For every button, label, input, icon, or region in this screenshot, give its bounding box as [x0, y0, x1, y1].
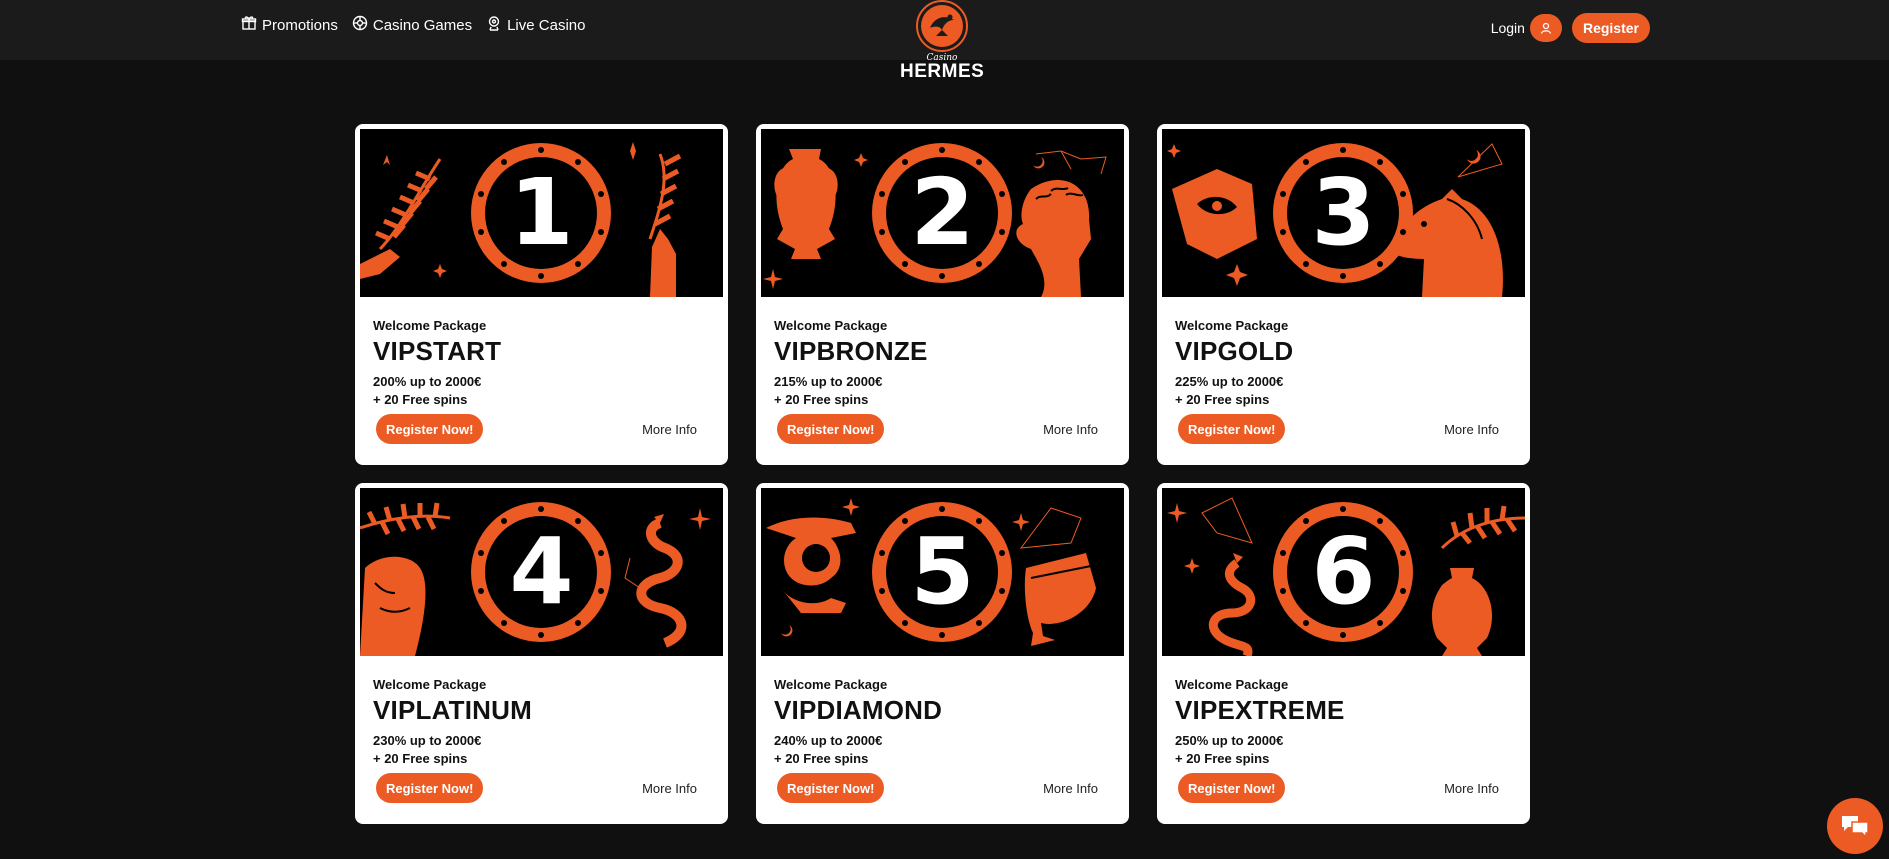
nav-casino-games-label: Casino Games: [372, 16, 473, 34]
promo-card: 4 Welcome Package VIPLATINUM 230% up to …: [355, 483, 728, 824]
card-eyebrow: Welcome Package: [1175, 318, 1289, 333]
promo-banner-image[interactable]: 5: [761, 488, 1124, 656]
chat-bubbles-icon: [1842, 816, 1869, 839]
card-title: VIPDIAMOND: [774, 695, 943, 725]
card-offer: 250% up to 2000€: [1175, 733, 1284, 748]
login-link[interactable]: Login: [1491, 20, 1525, 36]
card-eyebrow: Welcome Package: [774, 318, 888, 333]
card-spins: + 20 Free spins: [373, 392, 468, 407]
register-now-button[interactable]: Register Now!: [1178, 773, 1286, 803]
promo-banner-image[interactable]: 4: [360, 488, 723, 656]
nav-promotions-label: Promotions: [262, 16, 338, 34]
promo-banner-image[interactable]: 3: [1162, 129, 1525, 297]
card-spins: + 20 Free spins: [1175, 392, 1270, 407]
register-now-button[interactable]: Register Now!: [376, 414, 484, 444]
card-title: VIPEXTREME: [1175, 695, 1345, 725]
card-spins: + 20 Free spins: [1175, 751, 1270, 766]
live-chat-button[interactable]: [1827, 798, 1883, 854]
card-number: 6: [1311, 518, 1376, 625]
auth-controls: Login Register: [1491, 13, 1650, 43]
user-icon: [1540, 22, 1552, 34]
card-title: VIPBRONZE: [774, 336, 928, 366]
dealer-icon: [486, 15, 502, 35]
card-offer: 225% up to 2000€: [1175, 374, 1284, 389]
card-eyebrow: Welcome Package: [1175, 677, 1289, 692]
card-offer: 200% up to 2000€: [373, 374, 482, 389]
more-info-link[interactable]: More Info: [1444, 781, 1499, 796]
register-now-button[interactable]: Register Now!: [1178, 414, 1286, 444]
promo-card: 6 Welcome Package VIPEXTREME 250% up to …: [1157, 483, 1530, 824]
card-number: 2: [910, 159, 975, 266]
register-now-button[interactable]: Register Now!: [376, 773, 484, 803]
card-spins: + 20 Free spins: [774, 751, 869, 766]
promo-card: 2 Welcome Package VIPBRONZE 215% up to 2…: [756, 124, 1129, 465]
main-nav: Promotions Casino Games Live Casino: [241, 15, 585, 35]
card-eyebrow: Welcome Package: [373, 318, 487, 333]
card-spins: + 20 Free spins: [373, 751, 468, 766]
card-title: VIPGOLD: [1175, 336, 1294, 366]
card-title: VIPSTART: [373, 336, 502, 366]
card-spins: + 20 Free spins: [774, 392, 869, 407]
more-info-link[interactable]: More Info: [642, 781, 697, 796]
more-info-link[interactable]: More Info: [1043, 781, 1098, 796]
top-navigation-bar: Promotions Casino Games Live Casino Casi…: [0, 0, 1889, 82]
nav-promotions[interactable]: Promotions: [241, 15, 338, 35]
more-info-link[interactable]: More Info: [642, 422, 697, 437]
promo-card: 1 Welcome Package VIPSTART 200% up to 20…: [355, 124, 728, 465]
more-info-link[interactable]: More Info: [1444, 422, 1499, 437]
gift-icon: [241, 15, 257, 35]
more-info-link[interactable]: More Info: [1043, 422, 1098, 437]
promo-banner-image[interactable]: 2: [761, 129, 1124, 297]
promo-card: 3 Welcome Package VIPGOLD 225% up to 200…: [1157, 124, 1530, 465]
card-number: 4: [509, 518, 574, 625]
nav-live-casino[interactable]: Live Casino: [486, 15, 585, 35]
casino-chip-icon: [352, 15, 368, 35]
hermes-emblem-icon: [916, 0, 968, 52]
casino-hermes-logo[interactable]: Casino HERMES: [900, 0, 984, 86]
promo-banner-image[interactable]: 1: [360, 129, 723, 297]
card-offer: 215% up to 2000€: [774, 374, 883, 389]
promo-banner-image[interactable]: 6: [1162, 488, 1525, 656]
card-eyebrow: Welcome Package: [373, 677, 487, 692]
card-number: 3: [1311, 159, 1376, 266]
login-button[interactable]: [1529, 14, 1562, 42]
header-register-button[interactable]: Register: [1571, 13, 1650, 43]
card-offer: 230% up to 2000€: [373, 733, 482, 748]
card-eyebrow: Welcome Package: [774, 677, 888, 692]
card-number: 5: [910, 518, 975, 625]
nav-casino-games[interactable]: Casino Games: [352, 15, 472, 35]
nav-live-casino-label: Live Casino: [507, 16, 586, 34]
register-now-button[interactable]: Register Now!: [777, 773, 885, 803]
card-offer: 240% up to 2000€: [774, 733, 883, 748]
register-now-button[interactable]: Register Now!: [777, 414, 885, 444]
card-number: 1: [509, 159, 574, 266]
logo-big-text: HERMES: [900, 61, 985, 82]
promo-card: 5 Welcome Package VIPDIAMOND 240% up to …: [756, 483, 1129, 824]
card-title: VIPLATINUM: [373, 695, 532, 725]
